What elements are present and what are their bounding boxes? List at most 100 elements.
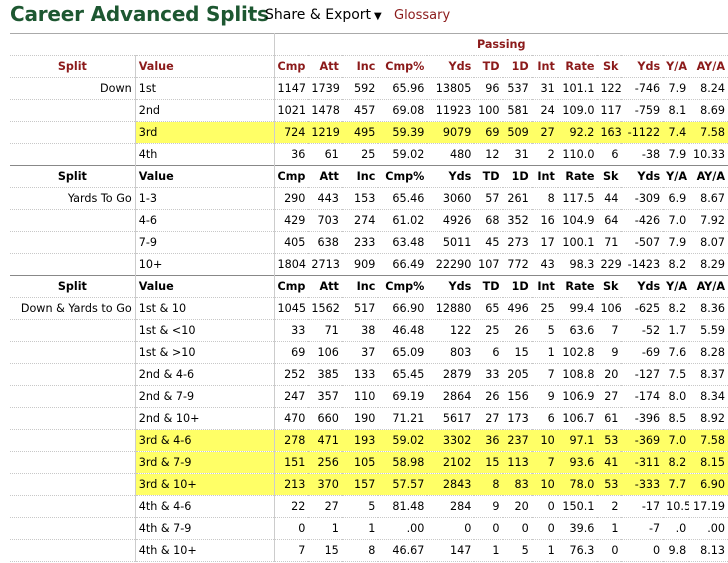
column-header-value[interactable]: Value: [135, 55, 274, 78]
column-header-2[interactable]: Inc: [341, 165, 379, 188]
stat-cell: 592: [341, 77, 379, 100]
stat-cell: 1: [531, 341, 558, 364]
column-header-6[interactable]: 1D: [502, 165, 532, 188]
stat-cell: 81.48: [378, 495, 428, 518]
stat-cell: 156: [502, 385, 532, 408]
stat-cell: -7: [621, 517, 664, 540]
column-header-3[interactable]: Cmp%: [378, 55, 428, 78]
stat-cell: 13805: [427, 77, 475, 100]
stat-cell: 205: [502, 363, 532, 386]
column-header-4[interactable]: Yds: [427, 275, 475, 298]
stat-cell: 233: [341, 231, 379, 254]
stat-cell: -309: [621, 187, 664, 210]
column-header-split[interactable]: Split: [10, 165, 136, 188]
stat-cell: 117.5: [557, 187, 598, 210]
stat-cell: 71.21: [378, 407, 428, 430]
value-cell: 4th: [135, 143, 274, 166]
column-header-10[interactable]: Yds: [621, 165, 664, 188]
value-cell: 3rd & 10+: [135, 473, 274, 496]
stat-cell: 109.0: [557, 99, 598, 122]
column-header-9[interactable]: Sk: [597, 55, 622, 78]
value-cell: 3rd: [135, 121, 274, 144]
over-header-blank: [10, 33, 275, 56]
stat-cell: 8: [341, 539, 379, 562]
column-header-3[interactable]: Cmp%: [378, 165, 428, 188]
column-header-split[interactable]: Split: [10, 55, 136, 78]
stat-cell: 105: [341, 451, 379, 474]
column-header-value[interactable]: Value: [135, 165, 274, 188]
stat-cell: 65.46: [378, 187, 428, 210]
column-header-0[interactable]: Cmp: [273, 165, 309, 188]
stat-cell: 25: [474, 319, 503, 342]
column-header-1[interactable]: Att: [308, 275, 342, 298]
value-cell: 2nd & 10+: [135, 407, 274, 430]
column-header-12[interactable]: AY/A: [689, 165, 728, 188]
split-cell: [10, 319, 136, 342]
stat-cell: .00: [378, 517, 428, 540]
value-cell: 4-6: [135, 209, 274, 232]
stat-cell: 93.6: [557, 451, 598, 474]
column-header-1[interactable]: Att: [308, 165, 342, 188]
stat-cell: 26: [502, 319, 532, 342]
stat-cell: 213: [273, 473, 309, 496]
column-header-4[interactable]: Yds: [427, 165, 475, 188]
glossary-link[interactable]: Glossary: [394, 8, 450, 23]
column-header-8[interactable]: Rate: [557, 55, 598, 78]
stat-cell: 2713: [308, 253, 342, 276]
column-header-6[interactable]: 1D: [502, 55, 532, 78]
stat-cell: 1: [597, 517, 622, 540]
column-header-3[interactable]: Cmp%: [378, 275, 428, 298]
column-header-11[interactable]: Y/A: [663, 275, 690, 298]
column-header-11[interactable]: Y/A: [663, 165, 690, 188]
stat-cell: 61: [597, 407, 622, 430]
stat-cell: -38: [621, 143, 664, 166]
stat-cell: 2864: [427, 385, 475, 408]
column-header-0[interactable]: Cmp: [273, 275, 309, 298]
column-header-0[interactable]: Cmp: [273, 55, 309, 78]
stat-cell: 290: [273, 187, 309, 210]
column-header-7[interactable]: Int: [531, 55, 558, 78]
column-header-5[interactable]: TD: [474, 275, 503, 298]
column-header-9[interactable]: Sk: [597, 165, 622, 188]
split-cell: [10, 429, 136, 452]
column-header-value[interactable]: Value: [135, 275, 274, 298]
column-header-12[interactable]: AY/A: [689, 275, 728, 298]
stat-cell: 15: [308, 539, 342, 562]
stat-cell: 71: [597, 231, 622, 254]
column-header-5[interactable]: TD: [474, 55, 503, 78]
column-header-11[interactable]: Y/A: [663, 55, 690, 78]
column-header-10[interactable]: Yds: [621, 55, 664, 78]
stat-cell: 10: [531, 429, 558, 452]
value-cell: 1st & >10: [135, 341, 274, 364]
column-header-4[interactable]: Yds: [427, 55, 475, 78]
split-cell: [10, 495, 136, 518]
column-header-10[interactable]: Yds: [621, 275, 664, 298]
stat-cell: 63.6: [557, 319, 598, 342]
stat-cell: 6.90: [689, 473, 728, 496]
column-header-8[interactable]: Rate: [557, 165, 598, 188]
stat-cell: 24: [531, 99, 558, 122]
value-cell: 2nd & 7-9: [135, 385, 274, 408]
column-header-5[interactable]: TD: [474, 165, 503, 188]
split-cell: [10, 99, 136, 122]
column-header-8[interactable]: Rate: [557, 275, 598, 298]
column-header-9[interactable]: Sk: [597, 275, 622, 298]
share-export-menu[interactable]: Share & Export ▼: [265, 7, 382, 23]
stat-cell: 1562: [308, 297, 342, 320]
split-cell: [10, 517, 136, 540]
stat-cell: 537: [502, 77, 532, 100]
column-header-2[interactable]: Inc: [341, 55, 379, 78]
column-header-7[interactable]: Int: [531, 165, 558, 188]
column-header-1[interactable]: Att: [308, 55, 342, 78]
stat-cell: -52: [621, 319, 664, 342]
column-header-7[interactable]: Int: [531, 275, 558, 298]
column-header-12[interactable]: AY/A: [689, 55, 728, 78]
column-header-split[interactable]: Split: [10, 275, 136, 298]
column-header-6[interactable]: 1D: [502, 275, 532, 298]
stat-cell: 122: [597, 77, 622, 100]
column-header-2[interactable]: Inc: [341, 275, 379, 298]
stat-cell: 33: [273, 319, 309, 342]
stat-cell: 53: [597, 473, 622, 496]
stat-cell: 44: [597, 187, 622, 210]
table-row: 3rd & 7-9 151 256 105 58.98 2102 15 113 7 93.6 41-…: [10, 451, 728, 474]
